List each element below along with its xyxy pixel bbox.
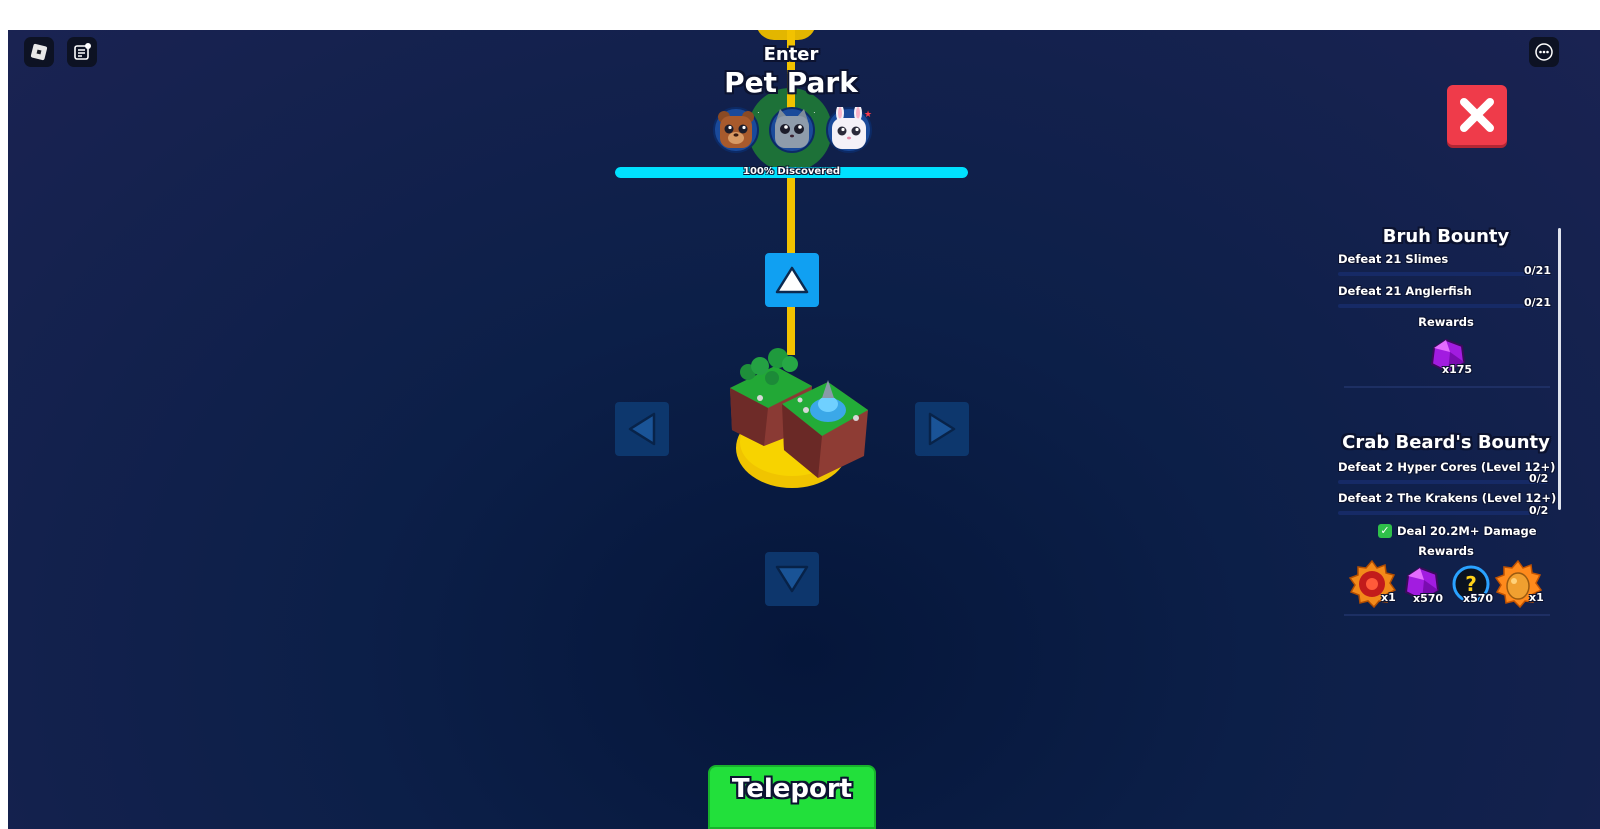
- arrow-right-icon: [928, 412, 956, 446]
- reward-count: x175: [1442, 363, 1473, 376]
- arrow-down-icon: [775, 565, 809, 593]
- task-progress-bar: [1338, 272, 1548, 276]
- teleport-button[interactable]: Teleport: [708, 765, 876, 829]
- white-bunny-pet-icon: ★★: [826, 107, 872, 153]
- bounty-divider: [1344, 386, 1550, 388]
- task-label: Defeat 2 Hyper Cores (Level 12+): [1338, 460, 1556, 474]
- nav-right-button[interactable]: [915, 402, 969, 456]
- nav-down-button[interactable]: [765, 552, 819, 606]
- reward-count: x1: [1529, 591, 1544, 604]
- arrow-up-icon: [775, 266, 809, 294]
- roblox-logo-icon: [30, 43, 48, 61]
- task-label: Defeat 21 Slimes: [1338, 252, 1449, 266]
- nav-left-button[interactable]: [615, 402, 669, 456]
- teleport-label: Teleport: [731, 774, 853, 804]
- task-label: Defeat 21 Anglerfish: [1338, 284, 1472, 298]
- close-button[interactable]: [1447, 85, 1507, 145]
- task-progress-bar: [1338, 480, 1548, 484]
- more-icon: [1535, 43, 1553, 61]
- task-count: 0/21: [1524, 296, 1551, 309]
- reward-count: x1: [1381, 591, 1396, 604]
- gray-cat-pet-icon: ★: [769, 107, 815, 153]
- pet-park-island: [730, 348, 868, 488]
- discovered-label: 100% Discovered: [742, 166, 841, 177]
- task-progress-bar: [1338, 511, 1548, 515]
- more-options-button[interactable]: [1529, 37, 1559, 67]
- task-count: 0/21: [1524, 264, 1551, 277]
- top-island-base: [756, 30, 816, 40]
- check-icon: ✓: [1378, 524, 1392, 538]
- bounty-title: Bruh Bounty: [1382, 226, 1510, 247]
- task-label: Defeat 2 The Krakens (Level 12+): [1338, 491, 1557, 505]
- close-icon: [1460, 98, 1494, 132]
- task-count: 0/2: [1529, 472, 1549, 485]
- bear-pet-icon: ★: [713, 107, 759, 153]
- chat-button[interactable]: [67, 37, 97, 67]
- path-up-mid: [787, 175, 795, 255]
- bounty-title: Crab Beard's Bounty: [1342, 432, 1550, 453]
- bounty-scrollbar[interactable]: [1558, 228, 1561, 510]
- game-viewport[interactable]: Enter Pet Park ★ ★ ★★ 100% Discovered: [8, 30, 1600, 829]
- reward-count: x570: [1413, 592, 1444, 605]
- completed-task: ✓ Deal 20.2M+ Damage: [1378, 523, 1537, 539]
- svg-text:★★: ★★: [864, 110, 872, 120]
- enter-label: Enter: [763, 44, 819, 65]
- svg-text:★: ★: [813, 109, 815, 119]
- reward-count: x570: [1463, 592, 1494, 605]
- nav-up-button[interactable]: [765, 253, 819, 307]
- completed-task-label: Deal 20.2M+ Damage: [1397, 524, 1537, 538]
- bounty-divider: [1344, 614, 1550, 616]
- roblox-menu-button[interactable]: [24, 37, 54, 67]
- task-count: 0/2: [1529, 504, 1549, 517]
- rewards-label: Rewards: [1418, 315, 1474, 329]
- arrow-left-icon: [628, 412, 656, 446]
- task-progress-bar: [1338, 304, 1548, 308]
- chat-icon: [74, 43, 91, 60]
- area-name: Pet Park: [724, 66, 858, 99]
- rewards-label: Rewards: [1418, 544, 1474, 558]
- svg-text:★: ★: [757, 109, 759, 119]
